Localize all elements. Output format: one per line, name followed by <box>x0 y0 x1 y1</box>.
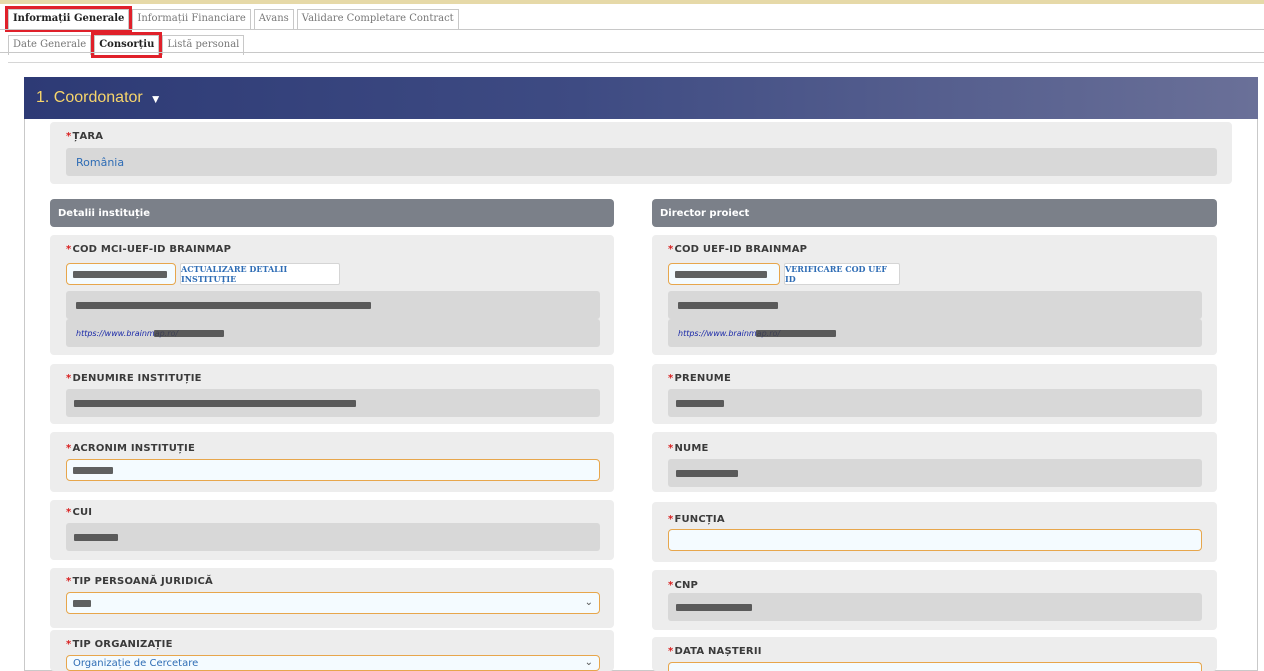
country-label: *ȚARA <box>66 131 104 142</box>
cui-label: *CUI <box>66 507 93 518</box>
subtab-divider <box>0 52 1264 53</box>
birth-date-label: *DATA NAȘTERII <box>668 646 762 657</box>
cui-field <box>66 523 600 551</box>
organization-type-select[interactable]: Organizație de Cercetare ⌄ <box>66 655 600 671</box>
institution-acronym-input[interactable] <box>66 459 600 481</box>
director-link[interactable]: https://www.brainmap.ro/ <box>668 319 1202 347</box>
function-input[interactable] <box>668 529 1202 551</box>
update-institution-details-button[interactable]: ACTUALIZARE DETALII INSTITUȚIE <box>180 263 340 285</box>
organization-type-label: *TIP ORGANIZAȚIE <box>66 639 173 650</box>
top-border <box>0 0 1264 4</box>
legal-entity-type-label: *TIP PERSOANĂ JURIDICĂ <box>66 576 213 587</box>
cnp-field <box>668 593 1202 621</box>
tab-informatii-generale[interactable]: Informații Generale <box>4 6 133 32</box>
caret-down-icon[interactable]: ▼ <box>150 92 162 106</box>
last-name-field <box>668 459 1202 487</box>
chevron-down-icon: ⌄ <box>584 597 593 608</box>
tab-informatii-financiare[interactable]: Informații Financiare <box>132 9 251 29</box>
last-name-label: *NUME <box>668 443 709 454</box>
institution-name-field <box>66 389 600 417</box>
institution-details-header: Detalii instituție <box>50 199 614 227</box>
institution-code-label: *COD MCI-UEF-ID BRAINMAP <box>66 244 232 255</box>
function-label: *FUNCȚIA <box>668 514 725 525</box>
tab-avans[interactable]: Avans <box>253 9 294 29</box>
tab-validare-completare-contract[interactable]: Validare Completare Contract <box>296 9 459 29</box>
institution-name-readonly <box>66 291 600 319</box>
verify-uef-code-button[interactable]: VERIFICARE COD UEF ID <box>784 263 900 285</box>
cnp-label: *CNP <box>668 580 699 591</box>
country-field: România <box>66 148 1217 176</box>
institution-code-input[interactable] <box>66 263 176 285</box>
institution-acronym-label: *ACRONIM INSTITUȚIE <box>66 443 195 454</box>
legal-entity-type-select[interactable]: ⌄ <box>66 592 600 614</box>
director-name-readonly <box>668 291 1202 319</box>
first-name-label: *PRENUME <box>668 373 731 384</box>
coordinator-panel-header[interactable]: 1. Coordonator ▼ <box>24 77 1258 119</box>
director-code-label: *COD UEF-ID BRAINMAP <box>668 244 808 255</box>
tab-divider <box>0 29 1264 30</box>
project-director-header: Director proiect <box>652 199 1217 227</box>
chevron-down-icon: ⌄ <box>584 657 593 668</box>
institution-name-label: *DENUMIRE INSTITUȚIE <box>66 373 202 384</box>
director-code-input[interactable] <box>668 263 780 285</box>
main-tabs: Informații Generale Informații Financiar… <box>4 6 462 32</box>
birth-date-input[interactable] <box>668 662 1202 671</box>
first-name-field <box>668 389 1202 417</box>
panel-title: 1. Coordonator <box>36 89 143 106</box>
institution-link[interactable]: https://www.brainmap.ro/ <box>66 319 600 347</box>
